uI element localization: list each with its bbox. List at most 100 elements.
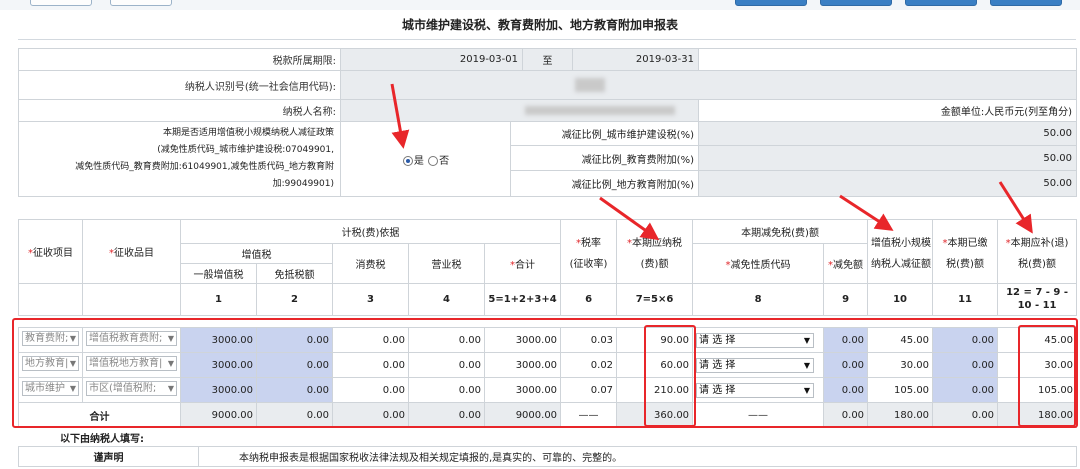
cell-paid[interactable]: 0.00 xyxy=(932,352,999,378)
colnum-blank-1 xyxy=(18,283,83,316)
ratio-value-1: 50.00 xyxy=(698,121,1077,146)
colnum-1: 1 xyxy=(180,283,257,316)
total-total: 9000.00 xyxy=(483,402,562,428)
policy-radio-group: 是 否 xyxy=(340,121,511,197)
cell-general-vat[interactable]: 3000.00 xyxy=(180,352,257,378)
header-business: 营业税 xyxy=(408,243,485,284)
period-label: 税款所属期限: xyxy=(18,48,341,71)
period-blank xyxy=(698,48,1077,71)
cell-refund: 45.00 xyxy=(997,327,1078,353)
taxpayer-id-label: 纳税人识别号(统一社会信用代码): xyxy=(18,70,341,100)
header-total: *合计 xyxy=(483,243,562,284)
header-rate: *税率 (征收率) xyxy=(560,219,618,284)
cell-small-vat: 105.00 xyxy=(867,377,934,403)
form-title: 城市维护建设税、教育费附加、地方教育附加申报表 xyxy=(401,18,678,32)
cell-rate: 0.07 xyxy=(560,377,618,403)
total-rate: —— xyxy=(560,402,618,428)
radio-no-label: 否 xyxy=(439,155,450,167)
header-subitem: *征收品目 xyxy=(82,219,181,284)
toolbar-button-6[interactable] xyxy=(990,0,1062,6)
cell-payable: 210.00 xyxy=(616,377,694,403)
info-table: 税款所属期限: 2019-03-01 至 2019-03-31 纳税人识别号(统… xyxy=(18,48,1077,197)
item-select[interactable]: 城市维护 ▼ xyxy=(18,377,83,403)
declaration-text: 本纳税申报表是根据国家税收法律法规及相关规定填报的,是真实的、可靠的、完整的。 xyxy=(198,446,1077,467)
cell-payable: 60.00 xyxy=(616,352,694,378)
header-general-vat: 一般增值税 xyxy=(180,263,257,284)
toolbar-button-1[interactable] xyxy=(30,0,92,6)
colnum-5: 5=1+2+3+4 xyxy=(483,283,562,316)
cell-general-vat[interactable]: 3000.00 xyxy=(180,327,257,353)
header-paid: *本期已缴 税(费)额 xyxy=(932,219,999,284)
reduction-code-select[interactable]: 请 选 择 ▼ xyxy=(692,377,825,403)
toolbar-button-5[interactable] xyxy=(905,0,977,6)
toolbar-button-4[interactable] xyxy=(820,0,892,6)
header-small-vat: 增值税小规模 纳税人减征额 xyxy=(867,219,934,284)
total-payable: 360.00 xyxy=(616,402,694,428)
item-select[interactable]: 地方教育| ▼ xyxy=(18,352,83,378)
header-reduction: 本期减免税(费)额 xyxy=(692,219,869,244)
cell-business: 0.00 xyxy=(408,377,485,403)
cell-refund: 105.00 xyxy=(997,377,1078,403)
table-row: 城市维护 ▼ 市区(增值税附; ▼ 3000.00 0.00 0.00 0.00 3… xyxy=(18,377,1078,403)
table-row: 地方教育| ▼ 增值税地方教育| ▼ 3000.00 0.00 0.00 0.00 … xyxy=(18,352,1078,378)
ratio-value-3: 50.00 xyxy=(698,170,1077,197)
cell-refund: 30.00 xyxy=(997,352,1078,378)
cell-reduction-amount[interactable]: 0.00 xyxy=(823,352,869,378)
header-reduction-code: *减免性质代码 xyxy=(692,243,825,284)
header-item: *征收项目 xyxy=(18,219,83,284)
toolbar-button-3[interactable] xyxy=(735,0,807,6)
header-payable: *本期应纳税 (费)额 xyxy=(616,219,694,284)
ratio-value-2: 50.00 xyxy=(698,145,1077,171)
top-toolbar xyxy=(0,0,1080,10)
toolbar-button-2[interactable] xyxy=(110,0,172,6)
header-vat: 增值税 xyxy=(180,243,333,264)
total-reduction-amount: 0.00 xyxy=(823,402,869,428)
cell-exempt-offset[interactable]: 0.00 xyxy=(256,327,333,353)
cell-rate: 0.02 xyxy=(560,352,618,378)
title-divider xyxy=(18,39,1076,40)
colnum-12: 12 = 7 - 9 - 10 - 11 xyxy=(997,283,1078,316)
amount-unit: 金额单位:人民币元(列至角分) xyxy=(698,99,1077,122)
total-consumption: 0.00 xyxy=(332,402,409,428)
header-refund: *本期应补(退) 税(费)额 xyxy=(997,219,1078,284)
subitem-select[interactable]: 增值税教育费附; ▼ xyxy=(82,327,181,353)
radio-no[interactable] xyxy=(428,155,439,166)
taxpayer-id-value xyxy=(340,70,1077,100)
subitem-select[interactable]: 增值税地方教育| ▼ xyxy=(82,352,181,378)
cell-exempt-offset[interactable]: 0.00 xyxy=(256,352,333,378)
radio-yes[interactable] xyxy=(402,155,413,166)
header-exempt-offset: 免抵税额 xyxy=(256,263,333,284)
cell-consumption: 0.00 xyxy=(332,352,409,378)
colnum-6: 6 xyxy=(560,283,618,316)
header-basis: 计税(费)依据 xyxy=(179,219,562,244)
colnum-10: 10 xyxy=(867,283,934,316)
ratio-label-3: 减征比例_地方教育附加(%) xyxy=(510,170,699,197)
colnum-3: 3 xyxy=(332,283,409,316)
cell-paid[interactable]: 0.00 xyxy=(932,327,999,353)
subitem-select[interactable]: 市区(增值税附; ▼ xyxy=(82,377,181,403)
header-consumption: 消费税 xyxy=(332,243,409,284)
cell-reduction-amount[interactable]: 0.00 xyxy=(823,377,869,403)
cell-consumption: 0.00 xyxy=(332,327,409,353)
period-start: 2019-03-01 xyxy=(340,48,523,71)
item-select[interactable]: 教育费附; ▼ xyxy=(18,327,83,353)
cell-small-vat: 45.00 xyxy=(867,327,934,353)
reduction-code-select[interactable]: 请 选 择 ▼ xyxy=(692,352,825,378)
declaration-table: 谨声明 本纳税申报表是根据国家税收法律法规及相关规定填报的,是真实的、可靠的、完… xyxy=(18,446,1077,467)
totals-row: 合计 9000.00 0.00 0.00 0.00 9000.00 —— 360… xyxy=(18,402,1078,428)
table-row: 教育费附; ▼ 增值税教育费附; ▼ 3000.00 0.00 0.00 0.00 … xyxy=(18,327,1078,353)
cell-exempt-offset[interactable]: 0.00 xyxy=(256,377,333,403)
ratio-label-2: 减征比例_教育费附加(%) xyxy=(510,145,699,171)
taxpayer-name-value xyxy=(340,99,699,122)
cell-total: 3000.00 xyxy=(483,352,562,378)
cell-general-vat[interactable]: 3000.00 xyxy=(180,377,257,403)
colnum-4: 4 xyxy=(408,283,485,316)
period-to: 至 xyxy=(522,48,573,71)
fill-by-label: 以下由纳税人填写: xyxy=(60,434,144,445)
total-small-vat: 180.00 xyxy=(867,402,934,428)
cell-paid[interactable]: 0.00 xyxy=(932,377,999,403)
cell-consumption: 0.00 xyxy=(332,377,409,403)
total-exempt-offset: 0.00 xyxy=(256,402,333,428)
cell-reduction-amount[interactable]: 0.00 xyxy=(823,327,869,353)
reduction-code-select[interactable]: 请 选 择 ▼ xyxy=(692,327,825,353)
